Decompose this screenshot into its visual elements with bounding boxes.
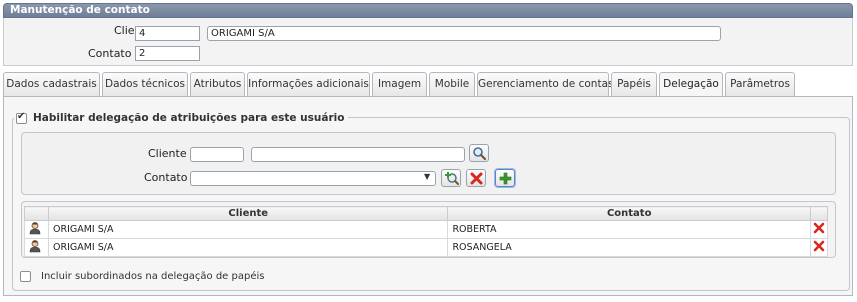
contato-label: Contato : — [88, 47, 139, 60]
include-subordinates-checkbox[interactable] — [20, 271, 31, 282]
chevron-down-icon: ▼ — [424, 172, 431, 181]
search-icon — [473, 147, 487, 161]
add-icon — [499, 172, 512, 185]
contact-header-form: Cliente* : 4 ORIGAMI S/A Contato : 2 — [3, 18, 853, 66]
row-contato-cell: ROBERTA — [447, 220, 811, 239]
action-column-header — [809, 206, 829, 221]
tab-imagem[interactable]: Imagem — [372, 72, 427, 97]
add-search-icon — [445, 172, 459, 185]
user-icon — [29, 240, 41, 253]
tab-atributos[interactable]: Atributos — [190, 72, 245, 97]
column-header-cliente[interactable]: Cliente — [47, 206, 449, 221]
row-delete-cell[interactable] — [809, 238, 829, 257]
remove-icon — [470, 172, 483, 185]
tab-delegacao[interactable]: Delegação — [659, 72, 723, 98]
tab-papeis[interactable]: Papéis — [611, 72, 657, 97]
tab-parametros[interactable]: Parâmetros — [725, 72, 795, 97]
add-delegation-button[interactable] — [495, 169, 515, 187]
table-header-row: Cliente Contato — [24, 206, 829, 221]
filter-cliente-code-field[interactable] — [190, 147, 244, 162]
row-contato-cell: ROSANGELA — [447, 238, 811, 257]
tab-mobile[interactable]: Mobile — [429, 72, 475, 97]
table-row[interactable]: ORIGAMI S/A ROSANGELA — [24, 238, 829, 257]
user-icon — [29, 222, 41, 235]
enable-delegation-label: Habilitar delegação de atribuições para … — [33, 112, 345, 124]
row-cliente-cell: ORIGAMI S/A — [47, 238, 449, 257]
search-cliente-button[interactable] — [469, 144, 489, 162]
add-contato-search-button[interactable] — [441, 169, 461, 187]
delegation-legend: Habilitar delegação de atribuições para … — [14, 111, 349, 125]
contato-field[interactable]: 2 — [135, 46, 200, 61]
delegation-table: Cliente Contato ORIGAMI S/A ROBERTA ORIG… — [24, 206, 829, 257]
delete-icon[interactable] — [813, 240, 825, 252]
row-user-cell — [24, 220, 49, 239]
panel-title: Manutenção de contato — [3, 3, 853, 18]
tab-gerenciamento-de-contas[interactable]: Gerenciamento de contas — [477, 72, 613, 97]
tab-dados-tecnicos[interactable]: Dados técnicos — [102, 72, 188, 97]
icon-column-header — [24, 206, 49, 221]
remove-contato-button[interactable] — [466, 169, 486, 187]
table-row[interactable]: ORIGAMI S/A ROBERTA — [24, 220, 829, 239]
filter-cliente-name-field[interactable] — [251, 147, 465, 162]
cliente-code-field[interactable]: 4 — [135, 26, 200, 41]
include-subordinates-row: Incluir subordinados na delegação de pap… — [20, 271, 264, 282]
filter-cliente-label: Cliente : — [148, 147, 194, 160]
tab-content-delegacao — [3, 96, 853, 296]
tab-dados-cadastrais[interactable]: Dados cadastrais — [3, 72, 100, 97]
row-cliente-cell: ORIGAMI S/A — [47, 220, 449, 239]
filter-contato-select[interactable] — [190, 171, 436, 186]
row-delete-cell[interactable] — [809, 220, 829, 239]
row-user-cell — [24, 238, 49, 257]
column-header-contato[interactable]: Contato — [447, 206, 811, 221]
cliente-name-field[interactable]: ORIGAMI S/A — [207, 26, 721, 41]
tab-informacoes-adicionais[interactable]: Informações adicionais — [247, 72, 370, 97]
enable-delegation-checkbox[interactable] — [16, 111, 27, 124]
delete-icon[interactable] — [813, 222, 825, 234]
include-subordinates-label: Incluir subordinados na delegação de pap… — [41, 271, 265, 282]
filter-contato-label: Contato : — [144, 171, 195, 184]
